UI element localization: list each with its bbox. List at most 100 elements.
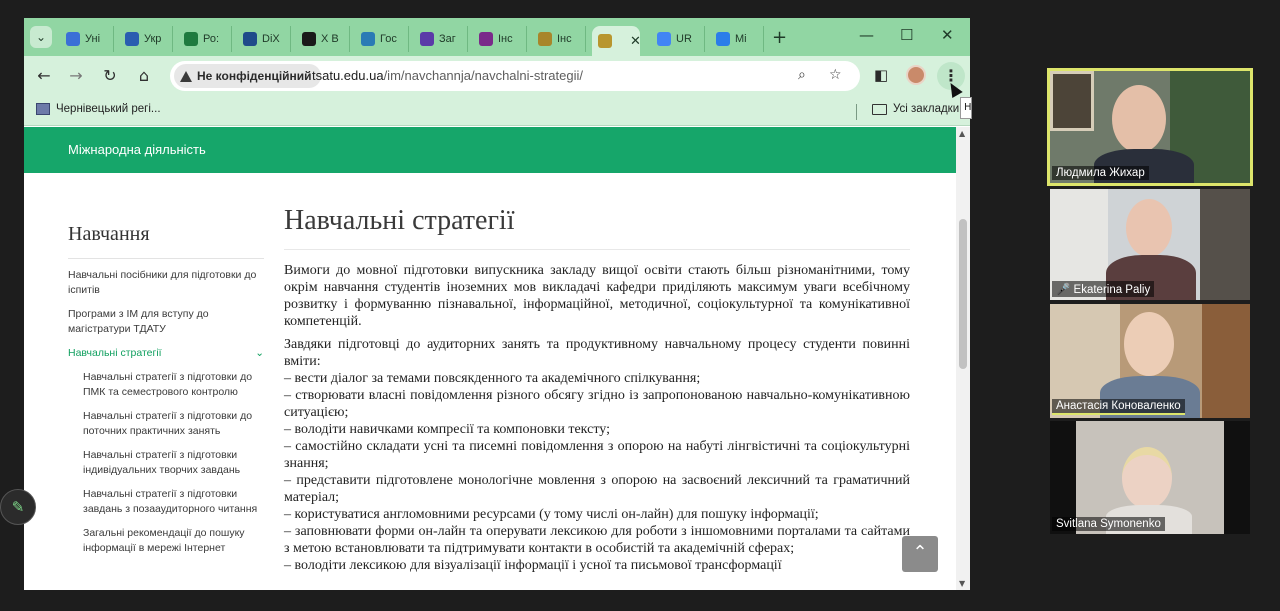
browser-tab[interactable]: Уні — [60, 26, 114, 52]
back-button[interactable]: ← — [33, 66, 55, 85]
browser-toolbar: ← → ↻ ⌂ Не конфіденційний tsatu.edu.ua/i… — [24, 56, 970, 98]
forward-button[interactable]: → — [65, 66, 87, 85]
list-item: – представити підготовлене монологічне м… — [284, 473, 910, 505]
participant-name-tag: 🎤 Ekaterina Paliy — [1052, 281, 1155, 297]
url-host: tsatu.edu.ua — [312, 68, 384, 83]
tab-favicon-icon — [302, 32, 316, 46]
reload-button[interactable]: ↻ — [99, 66, 121, 85]
bookmark-label: Чернівецький регі... — [56, 103, 161, 115]
shelf-background — [1200, 189, 1250, 300]
browser-tab[interactable]: DiX — [237, 26, 291, 52]
tab-label: UR — [676, 33, 692, 45]
tab-favicon-icon — [479, 32, 493, 46]
security-chip[interactable]: Не конфіденційний — [174, 64, 321, 88]
url-text[interactable]: tsatu.edu.ua/im/navchannja/navchalni-str… — [312, 68, 583, 83]
list-item: – самостійно складати усні та писемні по… — [284, 439, 910, 471]
chevron-down-icon[interactable]: ⌄ — [255, 346, 264, 361]
list-item: – заповнювати форми он-лайн та оперувати… — [284, 524, 910, 556]
side-panel-icon[interactable]: ◧ — [874, 66, 888, 84]
scroll-to-top-button[interactable]: ⌃ — [902, 536, 938, 572]
browser-tab[interactable]: Заг — [414, 26, 468, 52]
zoom-search-icon[interactable]: ⌕ — [798, 67, 806, 83]
all-bookmarks-label: Усі закладки — [893, 103, 960, 115]
sidebar-subitem-reading[interactable]: Навчальні стратегії з підготовки завдань… — [83, 487, 264, 517]
sidebar-item-label: Навчальні стратегії — [68, 347, 162, 359]
tab-label: Уні — [85, 33, 101, 45]
close-window-button[interactable]: ✕ — [941, 26, 954, 44]
site-favicon-icon — [36, 103, 50, 115]
home-button[interactable]: ⌂ — [133, 66, 155, 85]
sidebar-title: Навчання — [68, 223, 264, 259]
participant-name: Ekaterina Paliy — [1073, 284, 1151, 296]
menu-tooltip: Н — [960, 97, 972, 119]
bookmark-item[interactable]: Чернівецький регі... — [36, 103, 161, 115]
tab-label: Ро: — [203, 33, 220, 45]
page-scrollbar[interactable]: ▲ ▼ — [956, 127, 970, 590]
sidebar-menu: Навчання Навчальні посібники для підгото… — [68, 223, 264, 556]
bookmark-star-icon[interactable]: ☆ — [829, 67, 842, 83]
tab-favicon-icon — [361, 32, 375, 46]
sidebar-subitem-creative[interactable]: Навчальні стратегії з підготовки індивід… — [83, 448, 264, 478]
browser-tab[interactable]: X В — [296, 26, 350, 52]
list-item: – володіти навичками компресії та компон… — [284, 422, 610, 437]
participant-face — [1126, 199, 1172, 257]
tab-favicon-icon — [538, 32, 552, 46]
wall-picture — [1050, 71, 1094, 131]
main-content: Навчальні стратегії Вимоги до мовної під… — [284, 205, 910, 574]
browser-tab[interactable]: UR — [651, 26, 705, 52]
url-path: /im/navchannja/navchalni-strategii/ — [383, 68, 583, 83]
all-bookmarks-button[interactable]: Усі закладки — [872, 103, 959, 115]
scroll-down-icon[interactable]: ▼ — [959, 579, 965, 588]
tab-favicon-icon — [66, 32, 80, 46]
scroll-up-icon[interactable]: ▲ — [959, 129, 965, 138]
profile-avatar[interactable] — [906, 65, 926, 85]
browser-window: ⌄ Уні Укр Ро: DiX X В Гос Заг Інс Інс ✕ UR Mi + — ☐… — [24, 18, 970, 590]
tab-favicon-icon — [657, 32, 671, 46]
participant-tile[interactable]: Анастасія Коноваленко — [1050, 304, 1250, 418]
participant-tile[interactable]: Людмила Жихар — [1047, 68, 1253, 186]
bookmarks-separator — [856, 104, 857, 120]
tab-active[interactable]: ✕ — [592, 26, 641, 56]
sidebar-item-strategies[interactable]: Навчальні стратегії ⌄ — [68, 346, 264, 361]
tab-search-dropdown[interactable]: ⌄ — [30, 26, 52, 48]
site-nav-bar: Міжнародна діяльність — [24, 127, 956, 173]
participant-name: Svitlana Symonenko — [1052, 517, 1165, 531]
tab-favicon-icon — [125, 32, 139, 46]
participant-tile[interactable]: Svitlana Symonenko — [1050, 421, 1250, 534]
nav-link-international[interactable]: Міжнародна діяльність — [68, 142, 206, 157]
browser-tab[interactable]: Ро: — [178, 26, 232, 52]
sidebar-item-programs[interactable]: Програми з ІМ для вступу до магістратури… — [68, 307, 264, 337]
participant-face — [1122, 447, 1172, 509]
browser-tab[interactable]: Інс — [532, 26, 586, 52]
sidebar-item-textbooks[interactable]: Навчальні посібники для підготовки до іс… — [68, 268, 264, 298]
list-item: – володіти лексикою для візуалізації інф… — [284, 558, 782, 573]
browser-tab[interactable]: Укр — [119, 26, 173, 52]
tab-favicon-icon — [598, 34, 612, 48]
lead-paragraph: Завдяки підготовці до аудиторних занять … — [284, 337, 910, 369]
bookmarks-bar: Чернівецький регі... Усі закладки — [24, 98, 970, 126]
minimize-button[interactable]: — — [859, 26, 874, 44]
tab-label: Заг — [439, 33, 456, 45]
browser-tab[interactable]: Гос — [355, 26, 409, 52]
sidebar-subitem-internet[interactable]: Загальні рекомендації до пошуку інформац… — [83, 526, 264, 556]
list-item: – користуватися англомовними ресурсами (… — [284, 507, 819, 522]
security-label: Не конфіденційний — [197, 69, 312, 83]
address-bar[interactable]: Не конфіденційний tsatu.edu.ua/im/navcha… — [170, 61, 860, 91]
browser-tab[interactable]: Інс — [473, 26, 527, 52]
scrollbar-thumb[interactable] — [959, 219, 967, 369]
new-tab-button[interactable]: + — [772, 27, 787, 48]
tab-favicon-icon — [716, 32, 730, 46]
participant-tile[interactable]: 🎤 Ekaterina Paliy — [1050, 189, 1250, 300]
participant-face — [1112, 85, 1166, 153]
folder-icon — [872, 103, 887, 115]
maximize-button[interactable]: ☐ — [900, 26, 913, 44]
pencil-icon[interactable]: ✎ — [0, 489, 36, 525]
sidebar-subitem-exam[interactable]: Навчальні стратегії з підготовки до ПМК … — [83, 370, 264, 400]
sidebar-subitem-practice[interactable]: Навчальні стратегії з підготовки до пото… — [83, 409, 264, 439]
close-tab-icon[interactable]: ✕ — [630, 33, 641, 49]
tab-label: Гос — [380, 33, 397, 45]
browser-tab[interactable]: Mi — [710, 26, 764, 52]
web-page: Міжнародна діяльність Навчання Навчальні… — [24, 127, 956, 590]
tab-label: X В — [321, 33, 339, 45]
tab-strip: ⌄ Уні Укр Ро: DiX X В Гос Заг Інс Інс ✕ UR Mi + — ☐… — [24, 18, 970, 56]
